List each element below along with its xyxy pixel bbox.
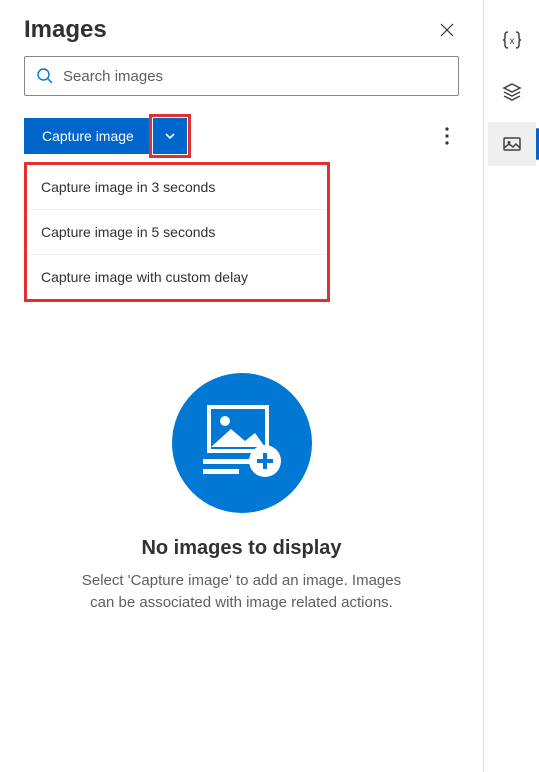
more-button[interactable]: [435, 118, 459, 154]
side-rail: x: [484, 0, 539, 772]
chevron-down-icon: [163, 129, 177, 143]
close-icon: [439, 22, 455, 38]
panel-header: Images: [0, 0, 483, 56]
empty-state-title: No images to display: [141, 537, 341, 560]
capture-5s-item[interactable]: Capture image in 5 seconds: [27, 210, 327, 255]
images-rail-button[interactable]: [488, 122, 536, 166]
variables-rail-button[interactable]: x: [488, 18, 536, 62]
layers-rail-button[interactable]: [488, 70, 536, 114]
search-box[interactable]: [24, 56, 459, 96]
capture-dropdown-menu: Capture image in 3 seconds Capture image…: [24, 162, 330, 302]
capture-split-button: Capture image: [24, 118, 187, 154]
capture-dropdown-toggle[interactable]: [153, 118, 187, 154]
empty-state-circle: [172, 373, 312, 513]
picture-icon: [501, 133, 523, 155]
close-button[interactable]: [435, 18, 459, 42]
empty-state-description: Select 'Capture image' to add an image. …: [72, 570, 412, 614]
braces-icon: x: [501, 29, 523, 51]
search-row: [0, 56, 483, 96]
capture-3s-item[interactable]: Capture image in 3 seconds: [27, 165, 327, 210]
capture-button[interactable]: Capture image: [24, 118, 152, 154]
images-panel: Images Capture image: [0, 0, 484, 772]
more-vertical-icon: [445, 127, 449, 145]
layers-icon: [501, 81, 523, 103]
toolbar: Capture image Capture image in 3 seconds…: [0, 96, 483, 154]
capture-custom-item[interactable]: Capture image with custom delay: [27, 255, 327, 299]
search-input[interactable]: [63, 68, 448, 85]
svg-text:x: x: [509, 36, 514, 47]
image-placeholder-icon: [197, 403, 287, 483]
search-icon: [35, 66, 55, 86]
panel-title: Images: [24, 16, 107, 44]
